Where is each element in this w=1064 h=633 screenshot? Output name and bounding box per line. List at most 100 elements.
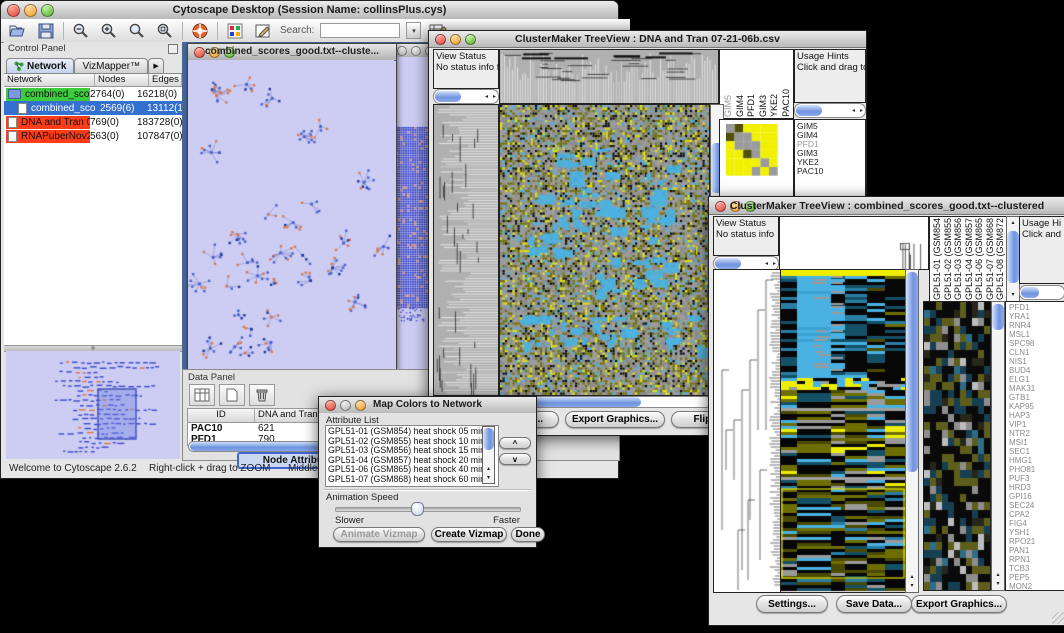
gene-label[interactable]: MSL1 (1009, 330, 1064, 339)
tv2-usage-scrollbar[interactable] (1019, 285, 1064, 300)
tv2-save-data-button[interactable]: Save Data... (836, 595, 912, 613)
column-label[interactable]: GPL51-03 (GSM856) (953, 218, 964, 300)
tab-network[interactable]: Network (6, 58, 74, 73)
tv2-collabel-vscrollbar[interactable]: ▴ ▾ (1006, 216, 1020, 302)
gene-label[interactable]: GPI16 (1009, 492, 1064, 501)
gene-label[interactable]: PHO81 (1009, 465, 1064, 474)
gene-label[interactable]: KAP95 (1009, 402, 1064, 411)
gene-label[interactable]: FIG4 (1009, 519, 1064, 528)
tv2-column-dendrogram[interactable] (779, 216, 929, 270)
create-vizmap-button[interactable]: Create Vizmap (431, 527, 507, 542)
delete-attribute-button[interactable] (249, 384, 275, 406)
column-label[interactable]: GPL51-02 (GSM855) (943, 218, 954, 300)
main-title-bar[interactable]: Cytoscape Desktop (Session Name: collins… (1, 1, 618, 20)
network-window[interactable]: combined_scores_good.txt--cluste... (187, 43, 397, 371)
gene-label[interactable]: HMG1 (1009, 456, 1064, 465)
gene-label[interactable]: MAK31 (1009, 384, 1064, 393)
new-attribute-button[interactable] (219, 384, 245, 406)
network-row[interactable]: combined_sco 2569(6) 13112(15) (4, 101, 182, 115)
gene-label[interactable]: CPA2 (1009, 510, 1064, 519)
gene-label[interactable]: PAC10 (797, 167, 865, 176)
gene-label[interactable]: YSH1 (1009, 528, 1064, 537)
resize-grip[interactable] (1052, 612, 1064, 624)
column-label[interactable]: YKE2 (769, 94, 780, 117)
dialog-title-bar[interactable]: Map Colors to Network (319, 397, 536, 414)
done-button[interactable]: Done (511, 527, 545, 542)
slider-thumb[interactable] (411, 502, 424, 516)
move-up-button[interactable]: ^ (499, 437, 531, 449)
gene-label[interactable]: PEP5 (1009, 573, 1064, 582)
column-label[interactable]: GPL51-01 (GSM854) (932, 218, 943, 300)
column-label[interactable]: GPL51-06 (GSM865) (974, 218, 985, 300)
attribute-list-scrollbar[interactable]: ▴ ▾ (482, 426, 495, 484)
help-lifesaver-button[interactable] (189, 21, 211, 41)
gene-label[interactable]: MON2 (1009, 582, 1064, 590)
network-row[interactable]: combined_scores 2764(0) 16218(0) (4, 87, 182, 101)
gene-label[interactable]: ELG1 (1009, 375, 1064, 384)
tv1-column-dendrogram[interactable] (499, 49, 719, 104)
gene-label[interactable]: BUD4 (1009, 366, 1064, 375)
tv2-heatmap[interactable] (780, 269, 906, 593)
gene-label[interactable]: YRA1 (1009, 312, 1064, 321)
zoom-in-button[interactable] (98, 21, 120, 41)
search-input[interactable] (320, 23, 400, 38)
tv1-detail-matrix[interactable] (726, 124, 778, 176)
zoom-selected-button[interactable] (126, 21, 148, 41)
zoom-out-button[interactable] (70, 21, 92, 41)
column-label[interactable]: GIM5 (723, 95, 734, 117)
minimize-icon[interactable] (411, 46, 421, 56)
treeview1-title-bar[interactable]: ClusterMaker TreeView : DNA and Tran 07-… (429, 31, 866, 48)
gene-label[interactable]: SEC1 (1009, 447, 1064, 456)
tv2-detail-vscrollbar[interactable]: ▴ ▾ (991, 301, 1005, 591)
gene-label[interactable]: SPC98 (1009, 339, 1064, 348)
column-label[interactable]: GPL51-07 (GSM868) (985, 218, 996, 300)
gene-label[interactable]: HRD3 (1009, 483, 1064, 492)
tv1-status-scrollbar[interactable]: ◂ ▸ (433, 89, 499, 104)
gene-label[interactable]: NIS1 (1009, 357, 1064, 366)
gene-label[interactable]: NTR2 (1009, 429, 1064, 438)
animation-speed-slider[interactable] (335, 507, 521, 512)
gene-label[interactable]: CLN1 (1009, 348, 1064, 357)
tab-overflow-icon[interactable]: ▶ (148, 58, 164, 73)
treeview2-title-bar[interactable]: ClusterMaker TreeView : combined_scores_… (709, 197, 1064, 215)
column-label[interactable]: GPL51-08 (GSM872) (995, 218, 1006, 300)
column-label[interactable]: GPL51-04 (GSM857) (964, 218, 975, 300)
zoom-fit-button[interactable] (154, 21, 176, 41)
birds-eye-view[interactable] (6, 351, 180, 459)
save-button[interactable] (35, 21, 57, 41)
column-label[interactable]: GIM3 (758, 95, 769, 117)
annotation-button[interactable] (252, 21, 274, 41)
column-label[interactable]: PFD1 (746, 94, 757, 117)
gene-label[interactable]: SEC24 (1009, 501, 1064, 510)
gene-label[interactable]: PUF3 (1009, 474, 1064, 483)
tv1-usage-scrollbar[interactable]: ◂ ▸ (794, 103, 866, 118)
search-dropdown-icon[interactable]: ▾ (406, 22, 421, 39)
tv1-row-dendrogram[interactable] (433, 104, 499, 396)
gene-label[interactable]: RPO21 (1009, 537, 1064, 546)
tab-vizmapper[interactable]: VizMapper™ (74, 58, 148, 73)
gene-label[interactable]: MSI1 (1009, 438, 1064, 447)
open-file-button[interactable] (7, 21, 29, 41)
column-label[interactable]: PAC10 (781, 89, 792, 117)
gene-label[interactable]: RPN1 (1009, 555, 1064, 564)
vizmap-button[interactable] (224, 21, 246, 41)
animate-vizmap-button[interactable]: Animate Vizmap (333, 527, 425, 542)
gene-label[interactable]: GTB1 (1009, 393, 1064, 402)
gene-label[interactable]: PAN1 (1009, 546, 1064, 555)
tv1-export-graphics-button[interactable]: Export Graphics... (565, 411, 665, 428)
column-label[interactable]: GIM4 (735, 95, 746, 117)
close-icon[interactable] (397, 46, 407, 56)
attribute-list[interactable]: GPL51-01 (GSM854) heat shock 05 minGPL51… (325, 425, 499, 487)
tv2-settings-button[interactable]: Settings... (756, 595, 828, 613)
move-down-button[interactable]: v (499, 453, 531, 465)
tv1-heatmap[interactable] (499, 104, 710, 396)
tv2-detail-grid[interactable] (923, 301, 991, 591)
network-view-canvas[interactable] (188, 60, 394, 368)
gene-label[interactable]: RNR4 (1009, 321, 1064, 330)
gene-label[interactable]: VIP1 (1009, 420, 1064, 429)
tv2-export-graphics-button[interactable]: Export Graphics... (911, 595, 1007, 613)
attribute-item[interactable]: GPL51-07 (GSM868) heat shock 60 min (328, 475, 496, 485)
network-row[interactable]: RNAPuberNov2+ 563(0) 107847(0) (4, 129, 182, 143)
gene-label[interactable]: TCB3 (1009, 564, 1064, 573)
float-panel-icon[interactable] (168, 44, 178, 54)
